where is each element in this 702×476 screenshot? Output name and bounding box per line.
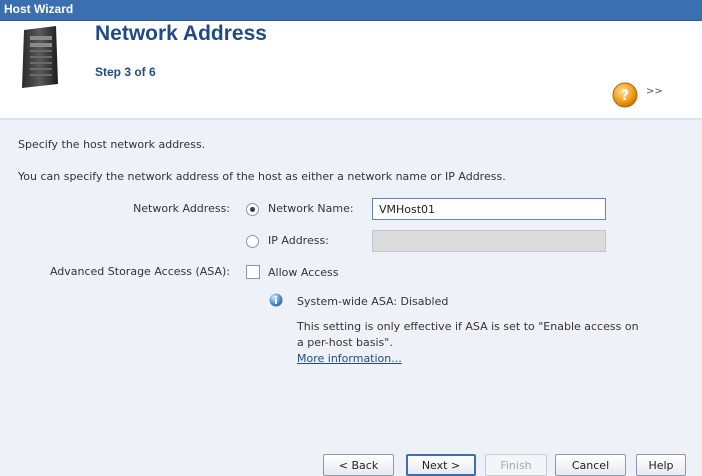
description-text: You can specify the network address of t… <box>18 170 506 183</box>
ip-address-radio[interactable] <box>246 235 259 248</box>
step-indicator: Step 3 of 6 <box>95 65 156 79</box>
asa-note-line1: This setting is only effective if ASA is… <box>297 320 639 333</box>
allow-access-label[interactable]: Allow Access <box>268 266 339 279</box>
network-address-label: Network Address: <box>133 202 230 215</box>
asa-label: Advanced Storage Access (ASA): <box>49 265 230 278</box>
network-name-label: Network Name: <box>268 202 354 215</box>
finish-button[interactable]: Finish <box>485 454 547 476</box>
allow-access-checkbox[interactable] <box>246 265 260 279</box>
server-icon <box>22 26 58 88</box>
cancel-button[interactable]: Cancel <box>555 454 626 476</box>
next-button[interactable]: Next > <box>406 454 476 476</box>
window-title: Host Wizard <box>4 2 74 16</box>
help-button[interactable]: Help <box>636 454 686 476</box>
window-titlebar: Host Wizard <box>0 0 702 21</box>
intro-text: Specify the host network address. <box>18 138 206 151</box>
more-options-button[interactable]: >> <box>646 86 663 97</box>
info-icon <box>269 293 283 307</box>
ip-address-label: IP Address: <box>268 234 329 247</box>
asa-status-text: System-wide ASA: Disabled <box>297 295 449 308</box>
more-information-link[interactable]: More information... <box>297 352 402 365</box>
network-name-radio[interactable] <box>246 203 259 216</box>
asa-note-line2: a per-host basis". <box>297 336 393 349</box>
network-name-input[interactable] <box>372 198 606 220</box>
svg-text:?: ? <box>621 88 629 104</box>
ip-address-input[interactable] <box>372 230 606 252</box>
back-button[interactable]: < Back <box>323 454 394 476</box>
page-title: Network Address <box>95 22 267 45</box>
help-icon[interactable]: ? <box>612 82 638 108</box>
